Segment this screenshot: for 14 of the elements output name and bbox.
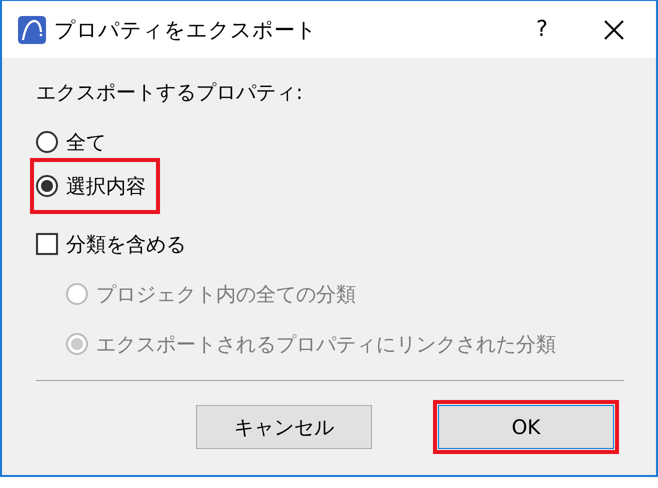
option-label: 選択内容	[66, 172, 146, 200]
radio-button[interactable]	[36, 131, 58, 153]
option-label: エクスポートされるプロパティにリンクされた分類	[96, 330, 556, 358]
option-label: プロジェクト内の全ての分類	[96, 280, 356, 308]
window-title: プロパティをエクスポート	[54, 16, 318, 44]
close-icon	[603, 18, 625, 40]
app-logo-icon	[18, 16, 46, 44]
checkbox-label: 分類を含める	[66, 230, 186, 258]
help-button[interactable]: ?	[512, 17, 572, 42]
radio-button[interactable]	[36, 175, 58, 197]
cancel-button[interactable]: キャンセル	[196, 405, 372, 449]
option-label: 全て	[66, 128, 106, 156]
checkbox[interactable]	[36, 233, 58, 255]
group-label: エクスポートするプロパティ:	[36, 78, 304, 106]
